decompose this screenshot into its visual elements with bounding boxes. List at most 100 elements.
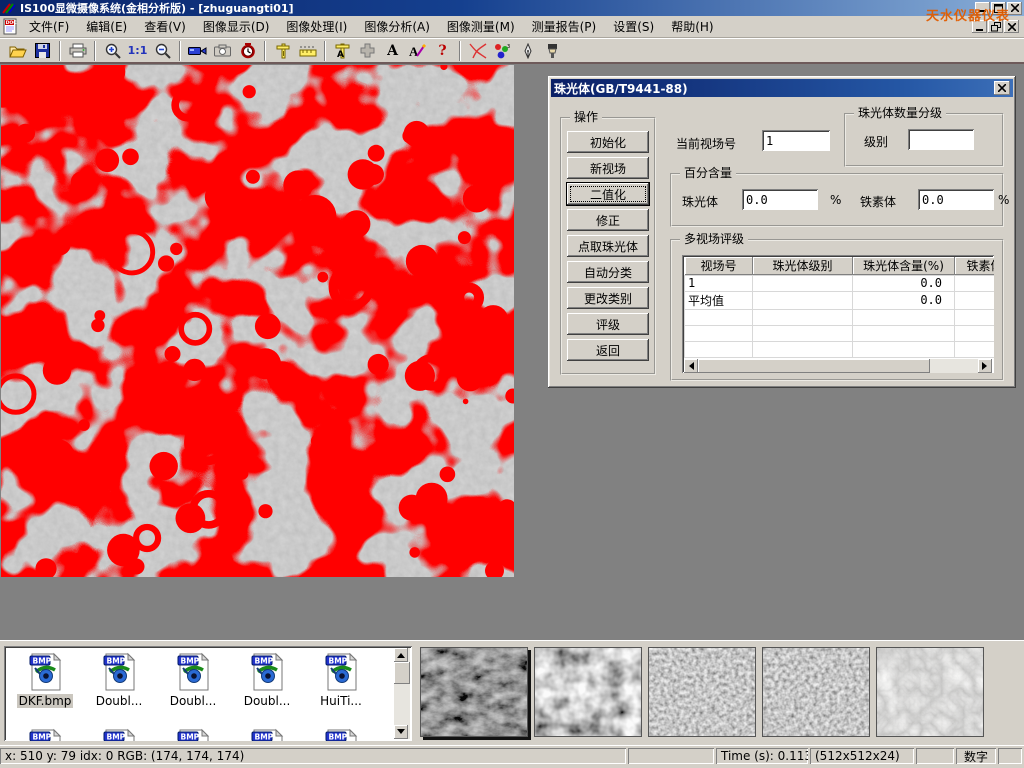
pearlite-percent-input[interactable] <box>742 189 818 210</box>
file-item[interactable]: BMP <box>8 728 82 741</box>
menu-measure-report[interactable]: 测量报告(P) <box>524 16 605 37</box>
child-minimize-button[interactable] <box>972 20 987 33</box>
auto-classify-button[interactable]: 自动分类 <box>567 261 649 283</box>
maximize-button[interactable] <box>991 2 1006 15</box>
ferrite-percent-input[interactable] <box>918 189 994 210</box>
file-name[interactable]: Doubl... <box>168 694 219 708</box>
thumbnail-2[interactable] <box>534 647 642 737</box>
minimize-button[interactable] <box>975 2 990 15</box>
print-icon[interactable] <box>65 40 90 62</box>
file-item[interactable]: BMP Doubl... <box>156 652 230 708</box>
bmp-file-icon[interactable]: BMP <box>101 728 137 741</box>
metallographic-image[interactable] <box>1 65 514 577</box>
thumbnail-4[interactable] <box>762 647 870 737</box>
dialog-title-bar[interactable]: 珠光体(GB/T9441-88) <box>551 79 1013 97</box>
curve-tool-icon[interactable] <box>465 40 490 62</box>
scrollbar-thumb[interactable] <box>698 359 930 373</box>
correct-button[interactable]: 修正 <box>567 209 649 231</box>
text-edit-icon[interactable]: A <box>405 40 430 62</box>
bmp-file-icon[interactable]: BMP <box>323 728 359 741</box>
thumbnail-1[interactable] <box>420 647 528 737</box>
file-name[interactable]: DKF.bmp <box>17 694 74 708</box>
save-icon[interactable] <box>30 40 55 62</box>
caliper-text-icon[interactable]: A <box>330 40 355 62</box>
bmp-file-icon[interactable]: BMP <box>249 728 285 741</box>
menu-image-display[interactable]: 图像显示(D) <box>195 16 278 37</box>
camera-capture-icon[interactable] <box>210 40 235 62</box>
binarize-button[interactable]: 二值化 <box>567 183 649 205</box>
new-field-button[interactable]: 新视场 <box>567 157 649 179</box>
col-field-no[interactable]: 视场号 <box>685 257 753 275</box>
thumbnail-5[interactable] <box>876 647 984 737</box>
file-item[interactable]: BMP DKF.bmp <box>8 652 82 708</box>
table-row[interactable]: 1 0.0 <box>685 275 995 291</box>
pen-tool-icon[interactable] <box>515 40 540 62</box>
open-icon[interactable] <box>5 40 30 62</box>
brush-tool-icon[interactable] <box>540 40 565 62</box>
pattern-cross-icon[interactable] <box>355 40 380 62</box>
caliper-icon[interactable] <box>270 40 295 62</box>
file-list[interactable]: BMP DKF.bmp BMP Doubl... BMP Doubl... <box>4 646 412 741</box>
menu-image-measure[interactable]: 图像测量(M) <box>439 16 523 37</box>
zoom-in-icon[interactable] <box>100 40 125 62</box>
file-name[interactable]: Doubl... <box>242 694 293 708</box>
menu-settings[interactable]: 设置(S) <box>605 16 662 37</box>
col-pearlite-content[interactable]: 珠光体含量(%) <box>853 257 955 275</box>
rate-button[interactable]: 评级 <box>567 313 649 335</box>
document-icon[interactable]: DOC <box>3 18 20 35</box>
file-item[interactable]: BMP <box>230 728 304 741</box>
current-field-input[interactable] <box>762 130 830 151</box>
help-icon[interactable]: ? <box>430 40 455 62</box>
classify-points-icon[interactable]: 3 <box>490 40 515 62</box>
bmp-file-icon[interactable]: BMP <box>249 652 285 692</box>
bmp-file-icon[interactable]: BMP <box>101 652 137 692</box>
file-list-vscrollbar[interactable] <box>394 648 410 739</box>
menu-file[interactable]: 文件(F) <box>21 16 77 37</box>
menu-help[interactable]: 帮助(H) <box>663 16 721 37</box>
actual-size-icon[interactable]: 1:1 <box>125 40 150 62</box>
bmp-file-icon[interactable]: BMP <box>323 652 359 692</box>
child-close-button[interactable] <box>1004 20 1019 33</box>
initialize-button[interactable]: 初始化 <box>567 131 649 153</box>
menu-image-processing[interactable]: 图像处理(I) <box>278 16 355 37</box>
return-button[interactable]: 返回 <box>567 339 649 361</box>
zoom-out-icon[interactable] <box>150 40 175 62</box>
table-row[interactable]: 平均值 0.0 <box>685 291 995 309</box>
change-class-button[interactable]: 更改类别 <box>567 287 649 309</box>
file-item[interactable]: BMP Doubl... <box>230 652 304 708</box>
bmp-file-icon[interactable]: BMP <box>175 652 211 692</box>
rating-table[interactable]: 视场号 珠光体级别 珠光体含量(%) 铁素体 1 0.0 平均值 0.0 <box>682 255 994 373</box>
scroll-down-icon[interactable] <box>394 725 408 739</box>
file-name[interactable]: Doubl... <box>94 694 145 708</box>
scrollbar-thumb[interactable] <box>394 662 410 684</box>
pick-pearlite-button[interactable]: 点取珠光体 <box>567 235 649 257</box>
menu-edit[interactable]: 编辑(E) <box>78 16 135 37</box>
file-name[interactable]: HuiTi... <box>318 694 364 708</box>
scroll-left-icon[interactable] <box>684 359 698 373</box>
dialog-close-icon[interactable] <box>994 81 1010 95</box>
bmp-file-icon[interactable]: BMP <box>27 728 63 741</box>
video-camera-icon[interactable] <box>185 40 210 62</box>
child-restore-button[interactable] <box>988 20 1003 33</box>
table-hscrollbar[interactable] <box>684 359 992 373</box>
col-ferrite[interactable]: 铁素体 <box>955 257 995 275</box>
bmp-file-icon[interactable]: BMP <box>27 652 63 692</box>
col-pearlite-grade[interactable]: 珠光体级别 <box>753 257 853 275</box>
file-item[interactable]: BMP Doubl... <box>82 652 156 708</box>
bmp-file-icon[interactable]: BMP <box>175 728 211 741</box>
menu-view[interactable]: 查看(V) <box>136 16 194 37</box>
pearlite-dialog[interactable]: 珠光体(GB/T9441-88) 操作 初始化 新视场 二值化 修正 点取珠光体… <box>548 76 1016 388</box>
measure-ruler-icon[interactable] <box>295 40 320 62</box>
file-item[interactable]: BMP <box>304 728 378 741</box>
text-annotation-icon[interactable]: A <box>380 40 405 62</box>
grade-input[interactable] <box>908 129 974 150</box>
file-item[interactable]: BMP <box>82 728 156 741</box>
thumbnail-3[interactable] <box>648 647 756 737</box>
close-button[interactable] <box>1007 2 1022 15</box>
timer-clock-icon[interactable] <box>235 40 260 62</box>
menu-image-analysis[interactable]: 图像分析(A) <box>356 16 438 37</box>
scroll-up-icon[interactable] <box>394 648 408 662</box>
file-item[interactable]: BMP <box>156 728 230 741</box>
scroll-right-icon[interactable] <box>978 359 992 373</box>
file-item[interactable]: BMP HuiTi... <box>304 652 378 708</box>
